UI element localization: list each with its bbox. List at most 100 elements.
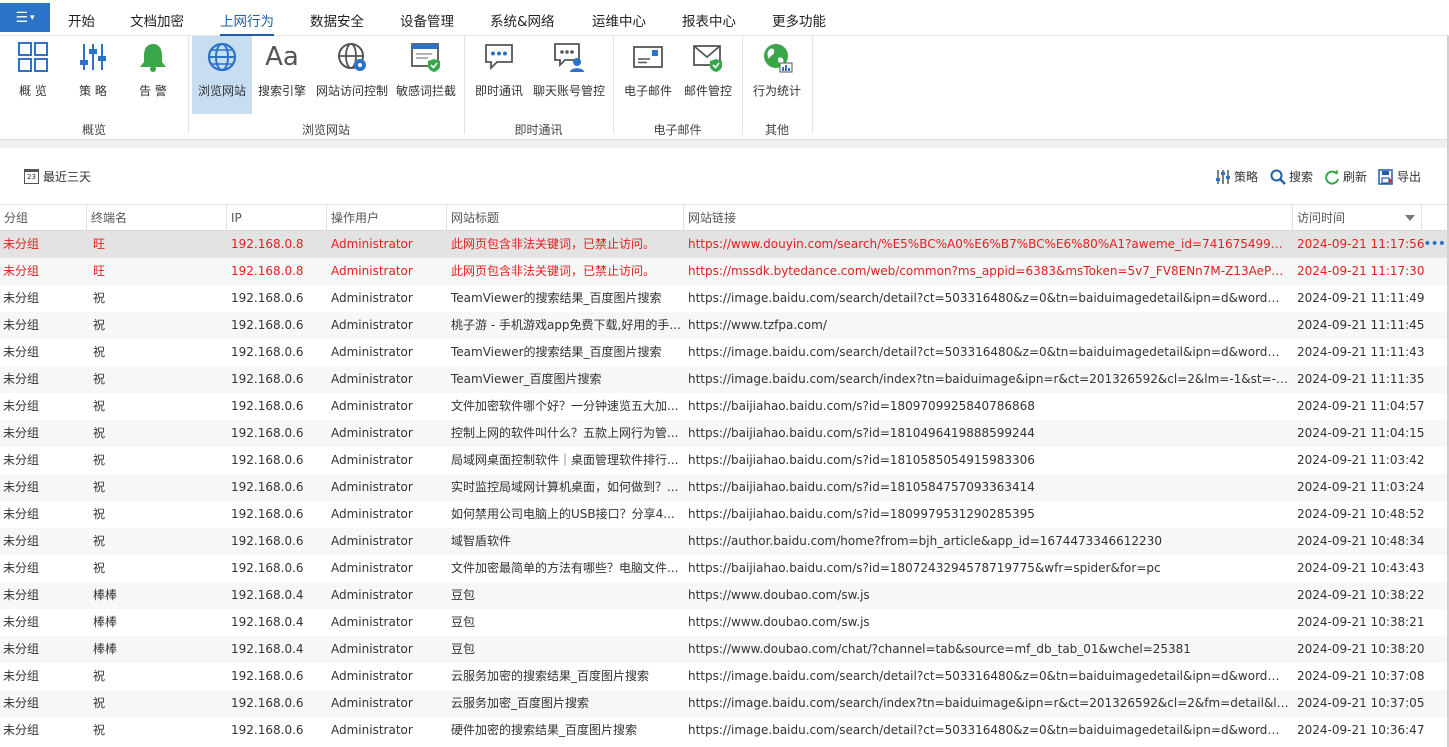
chat-account-control-button[interactable]: 聊天账号管控 xyxy=(530,36,608,114)
cell-group: 未分组 xyxy=(3,453,40,467)
table-row[interactable]: 未分组 祝 192.168.0.6 Administrator 硬件加密的搜索结果_百度… xyxy=(0,717,1449,744)
table-row[interactable]: 未分组 祝 192.168.0.6 Administrator 云服务加密的搜索结果_百… xyxy=(0,663,1449,690)
cell-url: https://baijiahao.baidu.com/s?id=1809709… xyxy=(688,399,1035,413)
menu-internet-behavior[interactable]: 上网行为 xyxy=(220,10,274,36)
col-header-time[interactable]: 访问时间 xyxy=(1293,205,1422,231)
refresh-icon xyxy=(1325,169,1339,185)
ribbon: 概 览 策 略 告 警 浏览网站 Aa 搜索引擎 网站访问控制 敏感词拦截 即时… xyxy=(0,36,1449,140)
email-button[interactable]: 电子邮件 xyxy=(620,36,676,114)
menu-data-security[interactable]: 数据安全 xyxy=(310,10,364,30)
search-engine-button[interactable]: Aa 搜索引擎 xyxy=(254,36,310,114)
cell-user: Administrator xyxy=(331,372,413,386)
refresh-tool-button[interactable]: 刷新 xyxy=(1324,168,1367,185)
table-row[interactable]: 未分组 祝 192.168.0.6 Administrator TeamViewer_百… xyxy=(0,366,1449,393)
cell-time: 2024-09-21 10:38:20 xyxy=(1297,642,1425,656)
table-row[interactable]: 未分组 旺 192.168.0.8 Administrator 此网页包含非法关键词，已… xyxy=(0,231,1449,258)
globe-stats-icon xyxy=(760,40,794,74)
cell-title: 桃子游 - 手机游戏app免费下载,好用的手... xyxy=(451,318,681,332)
cell-group: 未分组 xyxy=(3,561,40,575)
cell-terminal: 祝 xyxy=(93,480,106,494)
table-row[interactable]: 未分组 祝 192.168.0.6 Administrator 如何禁用公司电脑上的US… xyxy=(0,501,1449,528)
table-row[interactable]: 未分组 祝 192.168.0.6 Administrator TeamViewer的搜… xyxy=(0,339,1449,366)
table-row[interactable]: 未分组 棒棒 192.168.0.4 Administrator 豆包 https://w… xyxy=(0,609,1449,636)
policy-tool-button[interactable]: 策略 xyxy=(1215,168,1258,185)
cell-user: Administrator xyxy=(331,426,413,440)
cell-group: 未分组 xyxy=(3,507,40,521)
col-header-terminal[interactable]: 终端名 xyxy=(87,205,227,231)
alarm-button[interactable]: 告 警 xyxy=(126,36,180,114)
menu-start[interactable]: 开始 xyxy=(68,10,95,30)
table-row[interactable]: 未分组 祝 192.168.0.6 Administrator 桃子游 - 手机游戏ap… xyxy=(0,312,1449,339)
browse-websites-button[interactable]: 浏览网站 xyxy=(192,36,252,114)
cell-url: https://baijiahao.baidu.com/s?id=1810584… xyxy=(688,480,1035,494)
cell-time: 2024-09-21 11:11:49 xyxy=(1297,291,1425,305)
cell-ip: 192.168.0.6 xyxy=(231,345,304,359)
cell-title: 云服务加密_百度图片搜索 xyxy=(451,696,590,710)
cell-user: Administrator xyxy=(331,345,413,359)
menu-device-management[interactable]: 设备管理 xyxy=(400,10,454,30)
col-header-title[interactable]: 网站标题 xyxy=(447,205,684,231)
table-row[interactable]: 未分组 祝 192.168.0.6 Administrator TeamViewer的搜… xyxy=(0,285,1449,312)
cell-user: Administrator xyxy=(331,507,413,521)
table-row[interactable]: 未分组 祝 192.168.0.6 Administrator 域智盾软件 https:/… xyxy=(0,528,1449,555)
date-range-filter[interactable]: 23 最近三天 xyxy=(24,168,91,185)
email-control-button[interactable]: 邮件管控 xyxy=(680,36,736,114)
col-header-ip[interactable]: IP xyxy=(227,205,327,231)
overview-button[interactable]: 概 览 xyxy=(6,36,60,114)
cell-terminal: 祝 xyxy=(93,372,106,386)
menu-system-network[interactable]: 系统&网络 xyxy=(490,10,555,30)
policy-button[interactable]: 策 略 xyxy=(66,36,120,114)
menu-report-center[interactable]: 报表中心 xyxy=(682,10,736,30)
cell-group: 未分组 xyxy=(3,264,40,278)
col-header-user[interactable]: 操作用户 xyxy=(327,205,447,231)
table-row[interactable]: 未分组 祝 192.168.0.6 Administrator 文件加密软件哪个好？一分… xyxy=(0,393,1449,420)
menu-bar: ☰ ▾ 开始 文档加密 上网行为 数据安全 设备管理 系统&网络 运维中心 报表中… xyxy=(0,0,1449,36)
sensitive-word-block-button[interactable]: 敏感词拦截 xyxy=(394,36,458,114)
table-row[interactable]: 未分组 祝 192.168.0.6 Administrator 云服务加密_百度图片搜索… xyxy=(0,690,1449,717)
cell-url: https://www.douyin.com/search/%E5%BC%A0%… xyxy=(688,237,1289,251)
menu-doc-encryption[interactable]: 文档加密 xyxy=(130,10,184,30)
cell-group: 未分组 xyxy=(3,615,40,629)
table-row[interactable]: 未分组 祝 192.168.0.6 Administrator 控制上网的软件叫什么？五… xyxy=(0,420,1449,447)
col-header-url[interactable]: 网站链接 xyxy=(684,205,1293,231)
cell-time: 2024-09-21 10:48:52 xyxy=(1297,507,1425,521)
cell-user: Administrator xyxy=(331,615,413,629)
cell-terminal: 祝 xyxy=(93,399,106,413)
cell-ip: 192.168.0.6 xyxy=(231,399,304,413)
instant-messaging-button[interactable]: 即时通讯 xyxy=(470,36,528,114)
menu-ops-center[interactable]: 运维中心 xyxy=(592,10,646,30)
cell-ip: 192.168.0.6 xyxy=(231,696,304,710)
table-row[interactable]: 未分组 祝 192.168.0.6 Administrator 文件加密最简单的方法有哪… xyxy=(0,555,1449,582)
table-row[interactable]: 未分组 祝 192.168.0.6 Administrator 局域网桌面控制软件｜桌面… xyxy=(0,447,1449,474)
cell-group: 未分组 xyxy=(3,318,40,332)
website-access-control-button[interactable]: 网站访问控制 xyxy=(314,36,390,114)
browser-shield-icon xyxy=(409,40,443,74)
cell-terminal: 棒棒 xyxy=(93,615,118,629)
search-tool-button[interactable]: 搜索 xyxy=(1270,168,1313,185)
cell-title: 文件加密最简单的方法有哪些？电脑文件... xyxy=(451,561,679,575)
cell-user: Administrator xyxy=(331,291,413,305)
cell-ip: 192.168.0.4 xyxy=(231,588,304,602)
cell-group: 未分组 xyxy=(3,669,40,683)
table-row[interactable]: 未分组 棒棒 192.168.0.4 Administrator 豆包 https://w… xyxy=(0,636,1449,663)
export-tool-button[interactable]: 导出 xyxy=(1378,168,1421,185)
cell-user: Administrator xyxy=(331,453,413,467)
table-row[interactable]: 未分组 棒棒 192.168.0.4 Administrator 豆包 https://w… xyxy=(0,582,1449,609)
col-header-time-label: 访问时间 xyxy=(1297,211,1346,225)
menu-more-features[interactable]: 更多功能 xyxy=(772,10,826,30)
app-menu-button[interactable]: ☰ ▾ xyxy=(0,3,50,32)
behavior-statistics-button[interactable]: 行为统计 xyxy=(748,36,806,114)
cell-group: 未分组 xyxy=(3,237,40,251)
cell-ip: 192.168.0.6 xyxy=(231,561,304,575)
cell-time: 2024-09-21 11:17:56 xyxy=(1297,237,1425,251)
col-header-group[interactable]: 分组 xyxy=(0,205,87,231)
cell-url: https://www.doubao.com/sw.js xyxy=(688,588,870,602)
cell-url: https://author.baidu.com/home?from=bjh_a… xyxy=(688,534,1162,548)
cell-user: Administrator xyxy=(331,723,413,737)
table-row[interactable]: 未分组 旺 192.168.0.8 Administrator 此网页包含非法关键词，已… xyxy=(0,258,1449,285)
cell-user: Administrator xyxy=(331,264,413,278)
toolbar: 23 最近三天 策略 搜索 刷新 导出 xyxy=(0,148,1449,204)
cell-user: Administrator xyxy=(331,534,413,548)
row-more-icon[interactable]: ••• xyxy=(1423,231,1446,258)
table-row[interactable]: 未分组 祝 192.168.0.6 Administrator 实时监控局域网计算机桌面… xyxy=(0,474,1449,501)
